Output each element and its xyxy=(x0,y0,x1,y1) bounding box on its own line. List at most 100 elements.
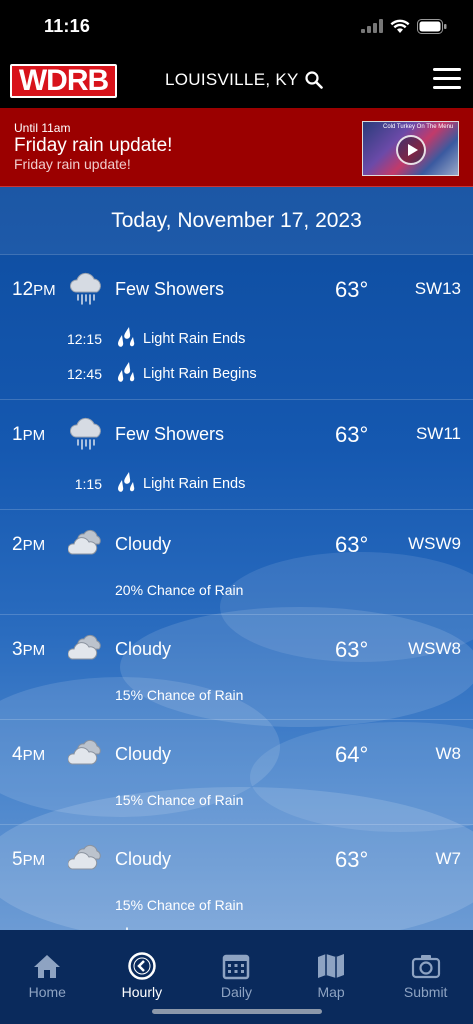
temperature: 63° xyxy=(335,422,369,447)
hour-main: 4PM Cloudy 64° W8 xyxy=(0,720,473,788)
hour-ampm: PM xyxy=(22,427,46,444)
event-time: 1:15 xyxy=(74,476,102,492)
home-icon xyxy=(7,952,87,980)
location-selector[interactable]: LOUISVILLE, KY xyxy=(165,70,323,90)
temperature: 63° xyxy=(335,847,369,872)
hour-time: 3PM xyxy=(12,639,45,661)
hour-ampm: PM xyxy=(22,852,46,869)
temperature: 63° xyxy=(335,277,369,302)
tab-label: Hourly xyxy=(121,984,163,1000)
tab-label: Submit xyxy=(403,984,448,1000)
banner-eyebrow: Until 11am xyxy=(14,121,71,135)
hour-number: 2 xyxy=(12,534,23,555)
condition-label: Cloudy xyxy=(115,849,172,869)
hourly-list[interactable]: Today, November 17, 2023 12PM Few Showers… xyxy=(0,187,473,930)
hour-row[interactable]: 1PM Few Showers 63° SW11 1:15 Light Rain Ends xyxy=(0,400,473,510)
wind: WSW8 xyxy=(408,639,461,658)
hour-time: 12PM xyxy=(12,279,56,301)
raindrops-icon xyxy=(115,470,139,496)
status-bar: 11:16 xyxy=(0,0,473,52)
hamburger-menu-icon[interactable] xyxy=(433,68,461,90)
wind: WSW9 xyxy=(408,534,461,553)
hour-ampm: PM xyxy=(22,747,46,764)
hour-number: 3 xyxy=(12,639,23,660)
hour-row[interactable]: 12PM Few Showers 63° SW13 12:15 Light Rain En… xyxy=(0,255,473,400)
signal-icon xyxy=(361,19,383,33)
calendar-icon xyxy=(196,952,276,980)
thumbnail-caption: Cold Turkey On The Menu xyxy=(383,124,454,130)
home-indicator xyxy=(152,1009,322,1014)
rain-cloud-icon xyxy=(68,272,104,306)
hour-row[interactable]: 5PM Cloudy 63° W7 15% Chance of Rain 5:29Suns… xyxy=(0,825,473,930)
hour-main: 12PM Few Showers 63° SW13 xyxy=(0,255,473,323)
event-label: Light Rain Begins xyxy=(143,366,257,382)
battery-icon xyxy=(417,18,447,34)
cloudy-icon xyxy=(67,842,104,876)
hour-time: 5PM xyxy=(12,849,45,871)
temperature: 64° xyxy=(335,742,369,767)
hour-time: 2PM xyxy=(12,534,45,556)
condition-label: Cloudy xyxy=(115,534,172,554)
hour-time: 4PM xyxy=(12,744,45,766)
search-icon xyxy=(305,71,323,89)
hour-row[interactable]: 4PM Cloudy 64° W8 15% Chance of Rain xyxy=(0,720,473,825)
chance-row: 15% Chance of Rain xyxy=(0,788,473,818)
event-row: 12:45 Light Rain Begins xyxy=(0,358,473,393)
status-icons xyxy=(361,18,447,34)
camera-icon xyxy=(386,952,466,980)
banner-headline: Friday rain update! xyxy=(14,135,173,156)
map-icon xyxy=(291,952,371,980)
wind: SW13 xyxy=(414,279,461,298)
raindrops-icon xyxy=(115,325,139,351)
temperature: 63° xyxy=(335,532,369,557)
chance-row: 20% Chance of Rain xyxy=(0,578,473,608)
event-label: Light Rain Ends xyxy=(143,476,246,492)
condition-label: Cloudy xyxy=(115,639,172,659)
event-time: 12:15 xyxy=(66,331,102,347)
hour-main: 5PM Cloudy 63° W7 xyxy=(0,825,473,893)
tab-home[interactable]: Home xyxy=(7,952,87,1024)
event-row: 5:29Sunset xyxy=(0,923,473,930)
location-label: LOUISVILLE, KY xyxy=(165,70,299,89)
hour-time: 1PM xyxy=(12,424,45,446)
cloudy-icon xyxy=(67,632,104,666)
rain-cloud-icon xyxy=(68,417,104,451)
tab-label: Home xyxy=(28,984,66,1000)
hour-ampm: PM xyxy=(22,537,46,554)
rain-chance: 15% Chance of Rain xyxy=(115,792,244,808)
wdrb-logo[interactable]: WDRB xyxy=(10,64,117,98)
wind: W8 xyxy=(435,744,462,763)
video-thumbnail[interactable]: Cold Turkey On The Menu xyxy=(362,121,459,176)
status-time: 11:16 xyxy=(44,15,91,36)
hour-number: 12 xyxy=(12,279,34,300)
rain-chance: 15% Chance of Rain xyxy=(115,897,244,913)
hour-row[interactable]: 2PM Cloudy 63° WSW9 20% Chance of Rain xyxy=(0,510,473,615)
clock-icon xyxy=(102,952,182,980)
wifi-icon xyxy=(390,19,410,33)
hours-container: 12PM Few Showers 63° SW13 12:15 Light Rain En… xyxy=(0,255,473,930)
event-row: 1:15 Light Rain Ends xyxy=(0,468,473,503)
cloudy-icon xyxy=(67,737,104,771)
hour-number: 4 xyxy=(12,744,23,765)
hour-number: 1 xyxy=(12,424,23,445)
event-label: Light Rain Ends xyxy=(143,331,246,347)
temperature: 63° xyxy=(335,637,369,662)
app-header: WDRB LOUISVILLE, KY xyxy=(0,52,473,108)
hour-main: 1PM Few Showers 63° SW11 xyxy=(0,400,473,468)
play-icon[interactable] xyxy=(396,135,426,165)
cloudy-icon xyxy=(67,527,104,561)
hour-main: 2PM Cloudy 63° WSW9 xyxy=(0,510,473,578)
hour-number: 5 xyxy=(12,849,23,870)
tab-submit[interactable]: Submit xyxy=(386,952,466,1024)
hour-row[interactable]: 3PM Cloudy 63° WSW8 15% Chance of Rain xyxy=(0,615,473,720)
condition-label: Few Showers xyxy=(115,424,225,444)
condition-label: Few Showers xyxy=(115,279,225,299)
news-banner[interactable]: Until 11am Friday rain update! Friday ra… xyxy=(0,108,473,187)
event-row: 12:15 Light Rain Ends xyxy=(0,323,473,358)
tab-label: Daily xyxy=(220,984,253,1000)
chance-row: 15% Chance of Rain xyxy=(0,893,473,923)
hour-ampm: PM xyxy=(22,642,46,659)
wind: SW11 xyxy=(415,424,461,443)
tab-label: Map xyxy=(317,984,345,1000)
rain-chance: 20% Chance of Rain xyxy=(115,582,244,598)
